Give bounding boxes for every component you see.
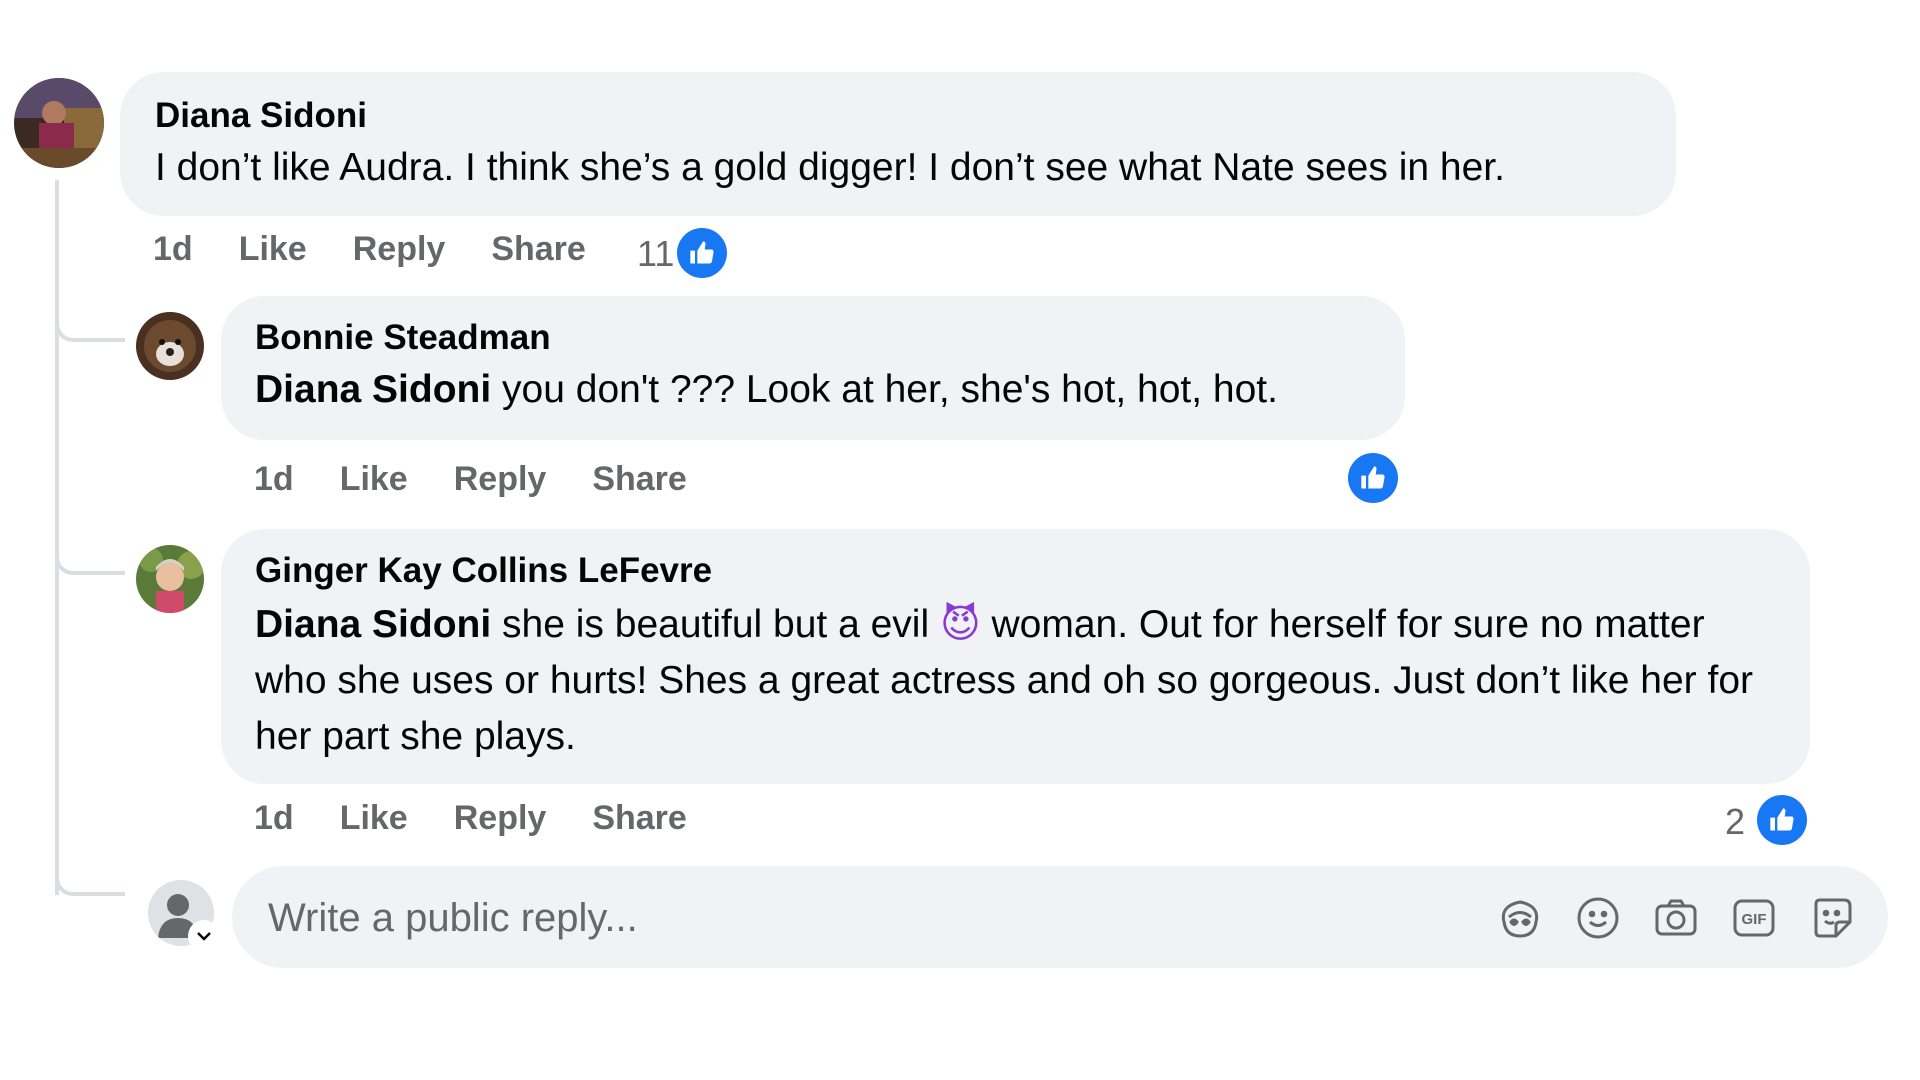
comment-timestamp[interactable]: 1d — [254, 460, 294, 499]
avatar[interactable] — [136, 545, 204, 613]
avatar[interactable] — [14, 78, 104, 168]
reply-button[interactable]: Reply — [454, 460, 547, 499]
share-button[interactable]: Share — [491, 230, 586, 269]
like-reaction-icon[interactable] — [1757, 795, 1807, 845]
like-reaction-icon[interactable] — [1348, 453, 1398, 503]
reply-input[interactable] — [266, 866, 1470, 970]
comment-body: she is beautiful but a evil — [491, 603, 940, 646]
sticker-icon[interactable] — [1806, 892, 1858, 944]
comment-author[interactable]: Bonnie Steadman — [255, 318, 551, 358]
comment-timestamp[interactable]: 1d — [153, 230, 193, 269]
avatar[interactable] — [136, 312, 204, 380]
thread-connector — [55, 312, 125, 342]
comment-bubble: Ginger Kay Collins LeFevre Diana Sidoni … — [221, 529, 1810, 784]
reply-composer: GIF — [232, 866, 1888, 970]
comment-timestamp[interactable]: 1d — [254, 799, 294, 838]
comment-actions: 1d Like Reply Share — [254, 799, 687, 838]
gif-icon[interactable]: GIF — [1728, 892, 1780, 944]
like-button[interactable]: Like — [340, 799, 408, 838]
svg-text:GIF: GIF — [1742, 911, 1767, 928]
thread-connector — [55, 866, 125, 896]
mention-link[interactable]: Diana Sidoni — [255, 603, 491, 646]
comment-author[interactable]: Diana Sidoni — [155, 96, 367, 136]
comment-bubble: Diana Sidoni I don’t like Audra. I think… — [120, 72, 1676, 216]
reaction-count[interactable]: 11 — [637, 233, 674, 275]
devil-emoji: 😈 — [939, 602, 981, 647]
comment-author[interactable]: Ginger Kay Collins LeFevre — [255, 551, 712, 591]
comment-actions: 1d Like Reply Share — [254, 460, 687, 499]
comment-actions: 1d Like Reply Share — [153, 230, 586, 269]
share-button[interactable]: Share — [592, 460, 687, 499]
reaction-count[interactable]: 2 — [1725, 801, 1745, 843]
comment-text: Diana Sidoni she is beautiful but a evil… — [255, 597, 1785, 765]
avatar-sticker-icon[interactable] — [1494, 892, 1546, 944]
like-button[interactable]: Like — [340, 460, 408, 499]
comment-text: Diana Sidoni you don't ??? Look at her, … — [255, 362, 1278, 418]
like-reaction-icon[interactable] — [677, 228, 727, 278]
like-button[interactable]: Like — [239, 230, 307, 269]
chevron-down-icon[interactable] — [188, 920, 220, 952]
comment-text: I don’t like Audra. I think she’s a gold… — [155, 146, 1505, 189]
emoji-icon[interactable] — [1572, 892, 1624, 944]
share-button[interactable]: Share — [592, 799, 687, 838]
mention-link[interactable]: Diana Sidoni — [255, 368, 491, 411]
comment-body: you don't ??? Look at her, she's hot, ho… — [491, 368, 1278, 411]
reply-button[interactable]: Reply — [353, 230, 446, 269]
camera-icon[interactable] — [1650, 892, 1702, 944]
thread-line — [55, 180, 59, 895]
thread-connector — [55, 545, 125, 575]
reply-button[interactable]: Reply — [454, 799, 547, 838]
comment-bubble: Bonnie Steadman Diana Sidoni you don't ?… — [221, 296, 1405, 440]
